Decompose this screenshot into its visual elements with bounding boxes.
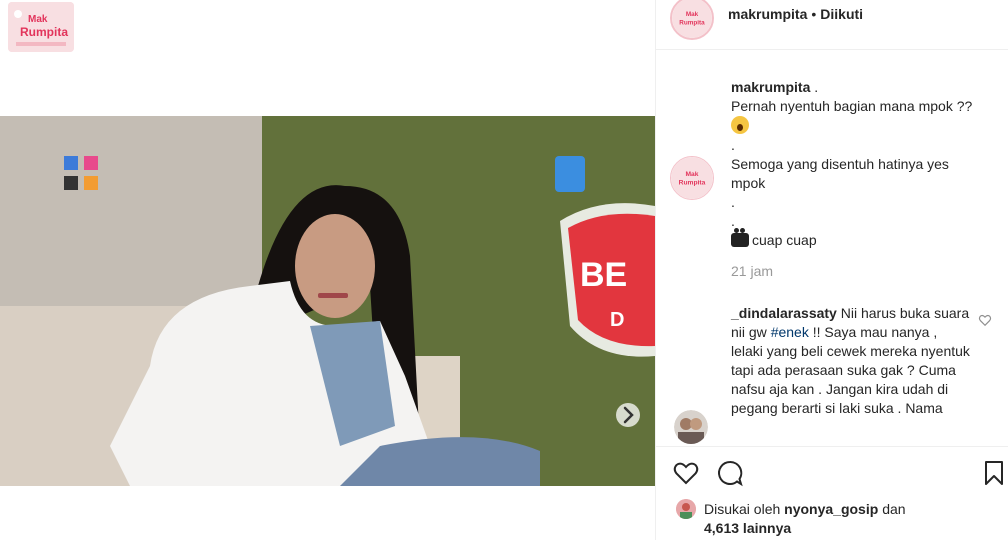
comment-hashtag[interactable]: #enek	[771, 324, 809, 340]
next-media-button[interactable]	[616, 403, 640, 427]
svg-text:Rumpita: Rumpita	[679, 180, 706, 187]
post-actions: Disukai oleh nyonya_gosip dan 4,613 lain…	[656, 446, 1008, 540]
scream-emoji-icon	[731, 116, 749, 134]
comment-username[interactable]: _dindalarassaty	[731, 305, 837, 321]
liked-by-avatar[interactable]	[676, 499, 696, 519]
post-side-panel: Mak Rumpita makrumpita • Diikuti Mak Rumpi…	[655, 0, 1008, 540]
svg-text:Mak: Mak	[686, 171, 699, 178]
svg-text:Rumpita: Rumpita	[679, 19, 705, 26]
caption-timestamp[interactable]: 21 jam	[731, 263, 773, 279]
post-header: Mak Rumpita makrumpita • Diikuti	[656, 0, 1008, 50]
caption-line: Semoga yang disentuh hatinya yes	[731, 156, 949, 172]
chevron-right-icon	[623, 406, 634, 424]
header-separator: •	[811, 6, 817, 22]
caption-line: .	[731, 213, 735, 229]
comment-icon[interactable]	[716, 459, 744, 487]
caption-line: .	[731, 137, 735, 153]
video-frame: BE D	[0, 116, 655, 486]
caption-line: mpok	[731, 175, 766, 191]
follow-status[interactable]: Diikuti	[820, 6, 863, 22]
svg-text:Mak: Mak	[28, 14, 48, 25]
caption-avatar[interactable]: Mak Rumpita	[670, 156, 714, 200]
post-caption: makrumpita . Pernah nyentuh bagian mana …	[731, 78, 991, 250]
camera-emoji-icon	[731, 228, 749, 247]
caption-line-cuap: cuap cuap	[731, 228, 991, 250]
caption-line: Pernah nyentuh bagian mana mpok ??	[731, 98, 973, 114]
comments-list[interactable]: Mak Rumpita makrumpita . Pernah nyentuh …	[656, 50, 1008, 446]
brand-logo: Mak Rumpita	[8, 2, 74, 52]
svg-text:D: D	[610, 309, 624, 331]
comment-like-heart-icon[interactable]	[978, 313, 992, 327]
header-username[interactable]: makrumpita	[728, 6, 807, 22]
likes-user[interactable]: nyonya_gosip	[784, 501, 878, 517]
comment-avatar[interactable]	[674, 410, 708, 444]
likes-count[interactable]: 4,613 lainnya	[704, 520, 791, 536]
sign-text: BE	[580, 256, 627, 294]
caption-username[interactable]: makrumpita	[731, 79, 810, 95]
caption-cuap-text: cuap cuap	[752, 232, 817, 248]
video-player[interactable]: BE D	[0, 116, 655, 486]
bookmark-icon[interactable]	[980, 459, 1008, 487]
likes-summary: Disukai oleh nyonya_gosip dan 4,613 lain…	[704, 500, 984, 538]
svg-text:Mak: Mak	[686, 11, 699, 18]
likes-conj: dan	[882, 501, 906, 517]
caption-line: .	[814, 79, 819, 95]
svg-text:Rumpita: Rumpita	[20, 25, 68, 39]
media-column: Mak Rumpita BE D	[0, 0, 655, 540]
likes-prefix: Disukai oleh	[704, 501, 781, 517]
profile-avatar[interactable]: Mak Rumpita	[670, 0, 714, 40]
heart-icon[interactable]	[672, 459, 700, 487]
caption-emoji-line	[731, 116, 991, 136]
caption-line: .	[731, 194, 735, 210]
comment-item: _dindalarassaty Nii harus buka suara nii…	[731, 304, 971, 418]
